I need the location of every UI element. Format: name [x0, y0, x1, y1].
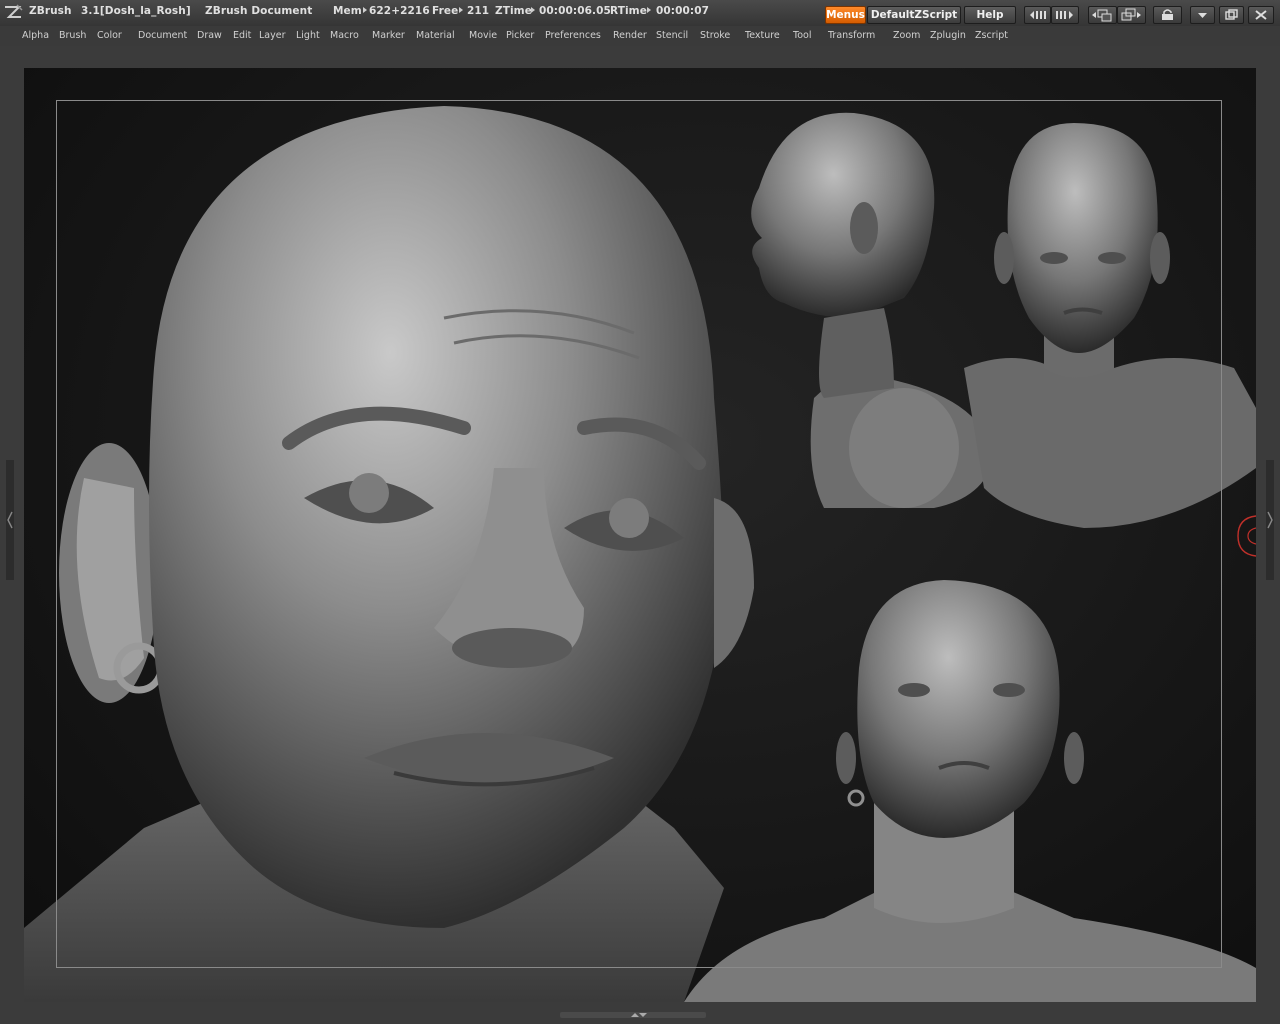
menu-item-render[interactable]: Render [613, 30, 647, 41]
mem-arrow-icon [361, 5, 369, 17]
free-arrow-icon [457, 5, 465, 17]
document-label: ZBrush Document [205, 5, 313, 17]
menus-button[interactable]: Menus [825, 6, 866, 24]
menu-item-edit[interactable]: Edit [233, 30, 251, 41]
menu-item-tool[interactable]: Tool [793, 30, 811, 41]
menu-item-zoom[interactable]: Zoom [893, 30, 920, 41]
scroll-left-icon[interactable] [1024, 6, 1051, 24]
right-tray-handle[interactable] [1266, 460, 1274, 580]
rtime-value: 00:00:07 [656, 5, 710, 17]
minimize-icon[interactable] [1190, 6, 1215, 24]
layout-icon[interactable] [1088, 6, 1117, 24]
document-canvas[interactable] [24, 68, 1256, 1002]
menu-item-picker[interactable]: Picker [506, 30, 534, 41]
document-name: 3.1[Dosh_la_Rosh] [81, 5, 191, 17]
default-zscript-button[interactable]: DefaultZScript [867, 6, 961, 24]
menu-item-stroke[interactable]: Stroke [700, 30, 730, 41]
mem-label: Mem [333, 5, 362, 17]
restore-icon[interactable] [1219, 6, 1244, 24]
layout-alt-icon[interactable] [1117, 6, 1146, 24]
title-bar: ZBrush 3.1[Dosh_la_Rosh] ZBrush Document… [0, 0, 1280, 26]
rtime-arrow-icon [645, 5, 653, 17]
menu-item-texture[interactable]: Texture [745, 30, 780, 41]
lock-icon[interactable] [1153, 6, 1182, 24]
menu-item-layer[interactable]: Layer [259, 30, 286, 41]
bottom-tray-handle-icon[interactable] [628, 1011, 650, 1019]
free-label: Free [432, 5, 459, 17]
menu-item-light[interactable]: Light [296, 30, 320, 41]
scroll-right-icon[interactable] [1051, 6, 1079, 24]
rtime-label: RTime [610, 5, 647, 17]
menu-item-macro[interactable]: Macro [330, 30, 359, 41]
menu-item-draw[interactable]: Draw [197, 30, 222, 41]
menu-bar: Alpha Brush Color Document Draw Edit Lay… [0, 26, 1280, 46]
menu-item-material[interactable]: Material [416, 30, 455, 41]
mem-value: 622+2216 [369, 5, 430, 17]
document-border [56, 100, 1222, 968]
app-name: ZBrush [29, 5, 72, 17]
menu-item-document[interactable]: Document [138, 30, 187, 41]
free-value: 211 [467, 5, 490, 17]
menu-item-stencil[interactable]: Stencil [656, 30, 688, 41]
zbrush-logo-icon [5, 4, 23, 18]
menu-item-brush[interactable]: Brush [59, 30, 86, 41]
close-icon[interactable] [1248, 6, 1274, 24]
edge-indicator-icon [1237, 515, 1256, 557]
menu-item-transform[interactable]: Transform [828, 30, 875, 41]
menu-item-preferences[interactable]: Preferences [545, 30, 601, 41]
ztime-value: 00:00:06.05 [539, 5, 611, 17]
menu-item-color[interactable]: Color [97, 30, 122, 41]
ztime-arrow-icon [529, 5, 537, 17]
menu-item-zscript[interactable]: Zscript [975, 30, 1008, 41]
menu-item-movie[interactable]: Movie [469, 30, 497, 41]
menu-item-zplugin[interactable]: Zplugin [930, 30, 966, 41]
menu-item-marker[interactable]: Marker [372, 30, 405, 41]
ztime-label: ZTime [495, 5, 532, 17]
menu-item-alpha[interactable]: Alpha [22, 30, 49, 41]
left-tray-handle[interactable] [6, 460, 14, 580]
help-button[interactable]: Help [964, 6, 1016, 24]
